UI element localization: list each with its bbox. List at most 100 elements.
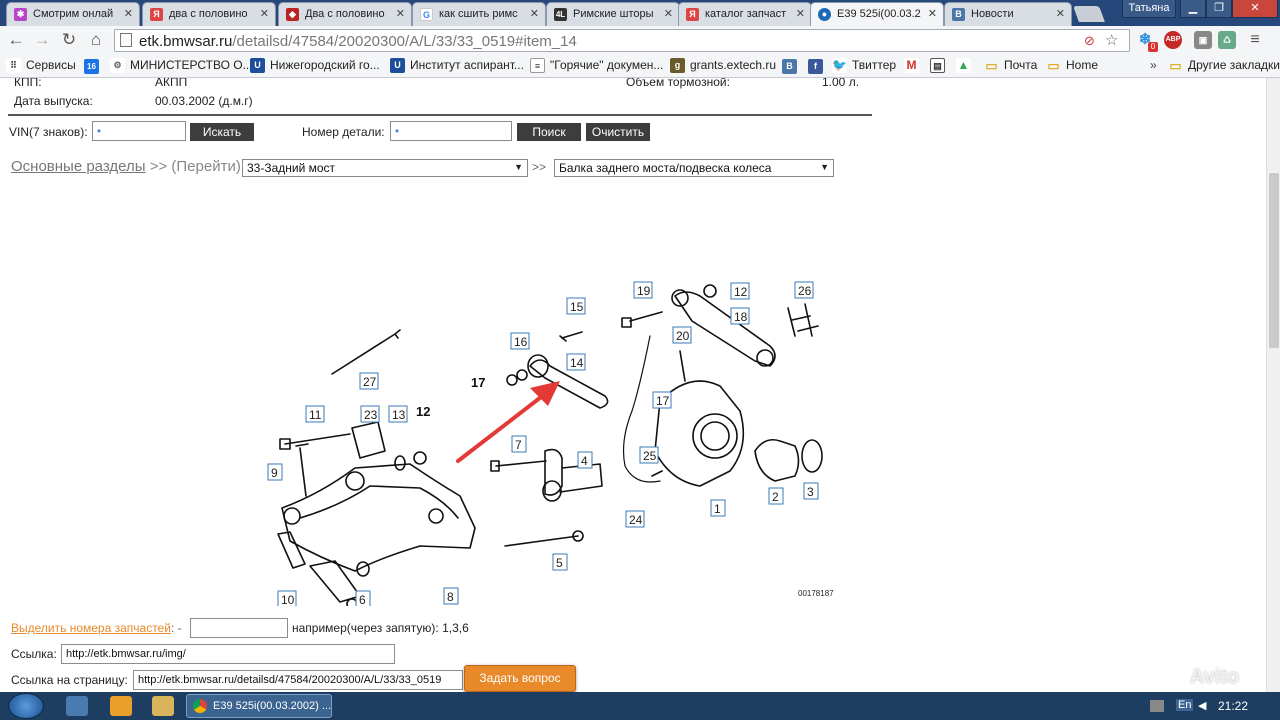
callout-13[interactable]: 13 <box>388 405 408 423</box>
close-icon[interactable]: ✕ <box>796 7 805 20</box>
bookmark-nizhny[interactable]: U Нижегородский го... <box>250 58 380 73</box>
bookmark-ministry[interactable]: ⚙ МИНИСТЕРСТВО О... <box>110 58 253 73</box>
callout-25[interactable]: 25 <box>639 446 659 464</box>
ask-question-button[interactable]: Задать вопрос <box>464 665 576 692</box>
callout-20[interactable]: 20 <box>672 326 692 344</box>
close-icon[interactable]: ✕ <box>928 7 937 20</box>
callout-9[interactable]: 9 <box>267 463 283 481</box>
vertical-scrollbar[interactable] <box>1266 78 1280 692</box>
find-button[interactable]: Поиск <box>517 123 581 141</box>
tab-5[interactable]: 4L Римские шторы ✕ <box>546 2 680 26</box>
maximize-button[interactable]: ❐ <box>1206 0 1232 18</box>
tab-1[interactable]: ✱ Смотрим онлай ✕ <box>6 2 140 26</box>
callout-5[interactable]: 5 <box>552 553 568 571</box>
callout-12a[interactable]: 12 <box>416 404 430 419</box>
tab-8[interactable]: B Новости ✕ <box>944 2 1072 26</box>
callout-3[interactable]: 3 <box>803 482 819 500</box>
callout-6[interactable]: 6 <box>355 590 371 606</box>
bookmark-institute[interactable]: U Институт аспирант... <box>390 58 524 73</box>
callout-12b[interactable]: 12 <box>730 282 750 300</box>
callout-11[interactable]: 11 <box>305 405 325 423</box>
reload-icon[interactable]: ↻ <box>58 29 80 51</box>
close-icon[interactable]: ✕ <box>124 7 133 20</box>
bookmark-hot-docs[interactable]: ≡ "Горячие" докумен... <box>530 58 663 73</box>
callout-23[interactable]: 23 <box>360 405 380 423</box>
clear-button[interactable]: Очистить <box>586 123 650 141</box>
close-icon[interactable]: ✕ <box>396 7 405 20</box>
highlight-input[interactable] <box>190 618 288 638</box>
breadcrumb-goto[interactable]: (Перейти) <box>171 158 240 175</box>
clock[interactable]: 21:22 <box>1218 699 1248 713</box>
callout-14[interactable]: 14 <box>566 353 586 371</box>
folder-icon[interactable] <box>152 696 174 716</box>
link-input[interactable]: http://etk.bmwsar.ru/img/ <box>61 644 395 664</box>
bookmarks-more[interactable]: » <box>1150 58 1157 72</box>
callout-24[interactable]: 24 <box>625 510 645 528</box>
callout-18[interactable]: 18 <box>730 307 750 325</box>
bookmark-drive[interactable]: ▲ <box>956 58 971 73</box>
menu-icon[interactable]: ≡ <box>1246 31 1264 49</box>
callout-15[interactable]: 15 <box>566 297 586 315</box>
recycle-icon[interactable]: ♺ <box>1218 31 1236 49</box>
speaker-icon[interactable]: ◀ <box>1198 699 1206 712</box>
bookmark-mail[interactable]: ▭ Почта <box>984 58 1037 73</box>
callout-2[interactable]: 2 <box>768 487 784 505</box>
highlight-parts-link[interactable]: Выделить номера запчастей <box>11 621 171 635</box>
callout-8[interactable]: 8 <box>443 587 459 605</box>
section-select[interactable]: 33-Задний мост ▼ <box>242 159 528 177</box>
minimize-button[interactable]: ▁ <box>1180 0 1206 18</box>
address-bar[interactable]: etk.bmwsar.ru/detailsd/47584/20020300/A/… <box>114 29 1130 52</box>
page-link-input[interactable]: http://etk.bmwsar.ru/detailsd/47584/2002… <box>133 670 463 690</box>
home-icon[interactable]: ⌂ <box>85 29 107 51</box>
close-icon[interactable]: ✕ <box>1056 7 1065 20</box>
forward-arrow-icon[interactable]: → <box>31 29 53 51</box>
callout-7[interactable]: 7 <box>511 435 527 453</box>
bookmark-reader[interactable]: ▤ <box>930 58 945 73</box>
star-icon[interactable]: ☆ <box>1105 31 1118 49</box>
tab-4[interactable]: G как сшить римс ✕ <box>412 2 546 26</box>
tab-7-active[interactable]: ● E39 525i(00.03.2 ✕ <box>810 2 944 26</box>
blocked-icon[interactable]: ⊘ <box>1084 33 1095 49</box>
part-number-input[interactable]: ⬩ <box>390 121 512 141</box>
vin-input[interactable]: ⬩ <box>92 121 186 141</box>
tab-6[interactable]: Я каталог запчаст ✕ <box>678 2 812 26</box>
callout-16[interactable]: 16 <box>510 332 530 350</box>
subsection-select[interactable]: Балка заднего моста/подвеска колеса ▼ <box>554 159 834 177</box>
callout-4[interactable]: 4 <box>577 451 593 469</box>
bookmark-services[interactable]: ⠿ Сервисы <box>6 58 76 73</box>
network-icon[interactable] <box>1150 700 1164 712</box>
mail-icon[interactable] <box>110 696 132 716</box>
bookmark-home[interactable]: ▭ Home <box>1046 58 1098 73</box>
callout-26[interactable]: 26 <box>794 281 814 299</box>
close-icon[interactable]: ✕ <box>260 7 269 20</box>
new-tab-button[interactable] <box>1073 6 1105 22</box>
tab-3[interactable]: ◆ Два с половино ✕ <box>278 2 412 26</box>
adblock-icon[interactable]: ABP <box>1164 31 1182 49</box>
bookmark-facebook[interactable]: f <box>808 58 823 74</box>
user-profile-button[interactable]: Татьяна <box>1122 0 1176 18</box>
vin-search-button[interactable]: Искать <box>190 123 254 141</box>
tab-2[interactable]: Я два с половино ✕ <box>142 2 276 26</box>
start-button[interactable] <box>8 693 44 719</box>
close-icon[interactable]: ✕ <box>664 7 673 20</box>
taskbar-window-chrome[interactable]: E39 525i(00.03.2002) ... <box>186 694 332 718</box>
bookmark-calendar[interactable]: 16 <box>84 58 99 74</box>
bookmark-vk[interactable]: B <box>782 58 797 74</box>
bookmark-gmail[interactable]: M <box>904 58 919 73</box>
language-indicator[interactable]: En <box>1176 699 1194 711</box>
close-window-button[interactable]: ✕ <box>1232 0 1278 18</box>
close-icon[interactable]: ✕ <box>530 7 539 20</box>
bookmark-other[interactable]: ▭ Другие закладки <box>1168 58 1280 73</box>
bookmark-grants[interactable]: g grants.extech.ru <box>670 58 776 73</box>
callout-19[interactable]: 19 <box>633 281 653 299</box>
callout-1[interactable]: 1 <box>710 499 726 517</box>
bookmark-twitter[interactable]: 🐦 Твиттер <box>832 58 896 73</box>
breadcrumb-main-sections[interactable]: Основные разделы <box>11 158 146 175</box>
back-arrow-icon[interactable]: ← <box>5 29 27 51</box>
explorer-icon[interactable] <box>66 696 88 716</box>
callout-10[interactable]: 10 <box>277 590 297 606</box>
callout-17a[interactable]: 17 <box>471 375 485 390</box>
callout-27[interactable]: 27 <box>359 372 379 390</box>
extension-icon[interactable]: ▣ <box>1194 31 1212 49</box>
callout-17b[interactable]: 17 <box>652 391 672 409</box>
